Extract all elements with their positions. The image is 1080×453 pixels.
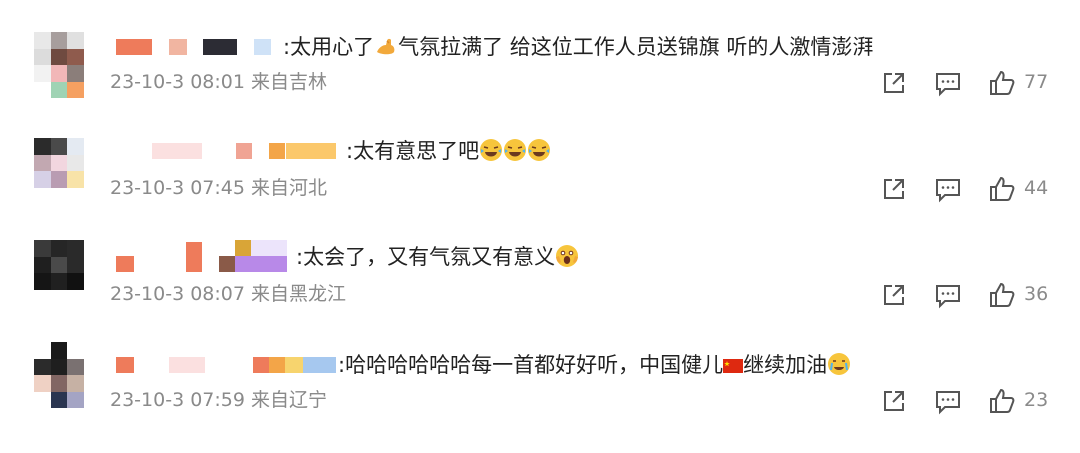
avatar[interactable]: [34, 342, 84, 409]
share-icon[interactable]: [879, 174, 909, 204]
comment-icon[interactable]: [933, 280, 963, 310]
comment-location: 来自辽宁: [251, 389, 328, 411]
avatar[interactable]: [34, 32, 84, 99]
comment-location: 来自吉林: [251, 71, 328, 93]
thumbs-up-icon[interactable]: [987, 68, 1017, 98]
like-count: 36: [1024, 283, 1049, 305]
comment-text: :太有意思了吧: [346, 138, 551, 164]
avatar[interactable]: [34, 138, 84, 188]
avatar[interactable]: [34, 240, 84, 290]
comment-meta: 23-10-3 07:59 来自辽宁: [110, 388, 327, 412]
share-icon[interactable]: [879, 280, 909, 310]
thumbs-up-icon[interactable]: [987, 280, 1017, 310]
laughing-crying-icon: [528, 139, 551, 161]
comment-item: :太会了，又有气氛又有意义 23-10-3 08:07 来自黑龙江 36: [0, 230, 1080, 337]
like-count: 44: [1024, 177, 1049, 199]
share-icon[interactable]: [879, 68, 909, 98]
comment-location: 来自河北: [251, 177, 328, 199]
comment-text: :太会了，又有气氛又有意义: [296, 244, 579, 270]
comment-meta: 23-10-3 08:07 来自黑龙江: [110, 282, 346, 306]
laughing-crying-icon: [480, 139, 503, 161]
china-flag-icon: [723, 359, 744, 373]
comment-time: 23-10-3 08:07: [110, 283, 245, 305]
comment-item: :太用心了 气氛拉满了 给这位工作人员送锦旗 听的人激情澎湃 23-10-3 0…: [0, 18, 1080, 125]
like-count: 77: [1024, 71, 1049, 93]
flexed-biceps-icon: [377, 38, 395, 55]
comment-item: :太有意思了吧 23-10-3 07:45 来自河北 44: [0, 124, 1080, 231]
comment-time: 23-10-3 07:45: [110, 177, 245, 199]
comment-icon[interactable]: [933, 68, 963, 98]
laughing-crying-icon: [504, 139, 527, 161]
share-icon[interactable]: [879, 386, 909, 416]
comment-icon[interactable]: [933, 386, 963, 416]
comment-text: :太用心了 气氛拉满了 给这位工作人员送锦旗 听的人激情澎湃: [283, 35, 874, 59]
comment-text: :哈哈哈哈哈哈每一首都好好听，中国健儿 继续加油: [338, 352, 851, 378]
screaming-face-icon: [556, 245, 579, 267]
crying-cheering-icon: [828, 353, 851, 375]
thumbs-up-icon[interactable]: [987, 174, 1017, 204]
comment-time: 23-10-3 08:01: [110, 71, 245, 93]
thumbs-up-icon[interactable]: [987, 386, 1017, 416]
comment-time: 23-10-3 07:59: [110, 389, 245, 411]
like-count: 23: [1024, 389, 1049, 411]
comment-meta: 23-10-3 08:01 来自吉林: [110, 70, 327, 94]
comment-icon[interactable]: [933, 174, 963, 204]
comment-meta: 23-10-3 07:45 来自河北: [110, 176, 327, 200]
comment-location: 来自黑龙江: [251, 283, 347, 305]
comment-item: :哈哈哈哈哈哈每一首都好好听，中国健儿 继续加油 23-10-3 07:59 来…: [0, 336, 1080, 443]
